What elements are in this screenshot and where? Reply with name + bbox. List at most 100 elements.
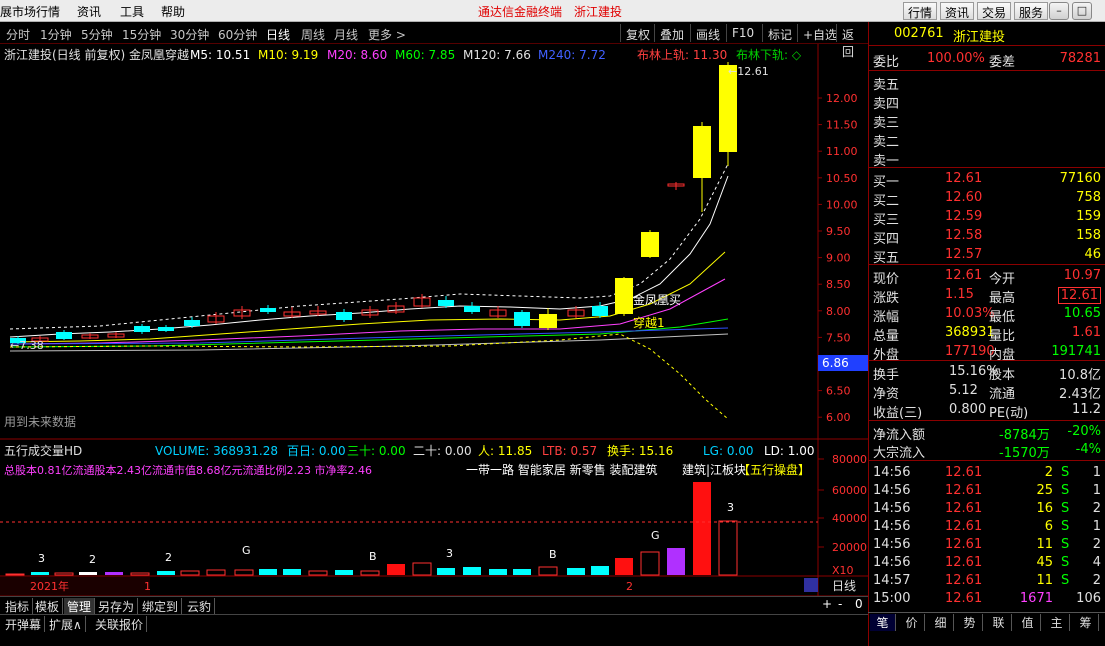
buy-level-price: 12.61 bbox=[945, 171, 983, 186]
draw-button[interactable]: 画线 bbox=[690, 24, 725, 42]
period-5min[interactable]: 5分钟 bbox=[81, 26, 113, 43]
current-price-text: 6.86 bbox=[822, 356, 849, 370]
x-axis-year: 2021年 bbox=[30, 579, 69, 593]
menu-help[interactable]: 帮助 bbox=[161, 3, 185, 20]
volume-bar bbox=[157, 571, 175, 575]
tab-indicator[interactable]: 指标 bbox=[2, 598, 34, 615]
menu-news[interactable]: 资讯 bbox=[77, 3, 101, 20]
period-more[interactable]: 更多 > bbox=[368, 26, 406, 43]
buy-level-row[interactable]: 买四 12.58 158 bbox=[869, 227, 1105, 247]
period-30min[interactable]: 30分钟 bbox=[170, 26, 209, 43]
tab-yunbao[interactable]: 云豹 bbox=[184, 598, 216, 615]
tab-template[interactable]: 模板 bbox=[32, 598, 64, 615]
tick-volume: 6 bbox=[1044, 519, 1053, 534]
service-button[interactable]: 服务 bbox=[1014, 2, 1049, 20]
price-axis-label: 11.50 bbox=[826, 119, 858, 132]
volume-bar bbox=[31, 572, 49, 575]
candle-body bbox=[336, 312, 352, 320]
volume-bar bbox=[489, 569, 507, 575]
quote-tab[interactable]: 价 bbox=[899, 614, 925, 631]
tab-related-quote[interactable]: 关联报价 bbox=[92, 616, 148, 633]
zoom-reset-icon[interactable]: 0 bbox=[855, 597, 863, 611]
stat-label: 股本 bbox=[989, 368, 1016, 383]
zoom-in-icon[interactable]: + bbox=[822, 597, 832, 611]
buy-level-row[interactable]: 买二 12.60 758 bbox=[869, 189, 1105, 209]
trade-button[interactable]: 交易 bbox=[977, 2, 1012, 20]
period-1min[interactable]: 1分钟 bbox=[40, 26, 72, 43]
price-axis-label: 10.50 bbox=[826, 172, 858, 185]
volume-bar bbox=[693, 482, 711, 575]
stat-label: 现价 bbox=[873, 272, 900, 287]
period-day[interactable]: 日线 bbox=[266, 26, 290, 43]
volume-huanshou: 换手: 15.16 bbox=[607, 444, 673, 458]
menu-market[interactable]: 展市场行情 bbox=[0, 3, 60, 20]
tab-save-as[interactable]: 另存为 bbox=[95, 598, 139, 615]
stat-label: PE(动) bbox=[989, 406, 1029, 421]
volume-bar bbox=[5, 573, 25, 576]
buy-level-volume: 158 bbox=[1076, 228, 1101, 243]
period-month[interactable]: 月线 bbox=[334, 26, 358, 43]
tick-count: 2 bbox=[1092, 537, 1101, 552]
sell-level-label: 卖五 bbox=[873, 78, 900, 93]
tick-side: S bbox=[1061, 573, 1070, 588]
buy-level-row[interactable]: 买三 12.59 159 bbox=[869, 208, 1105, 228]
buy-level-row[interactable]: 买五 12.57 46 bbox=[869, 246, 1105, 266]
volume-ld: LD: 1.00 bbox=[764, 444, 815, 458]
tab-danmaku[interactable]: 开弹幕 bbox=[2, 616, 46, 633]
menu-tools[interactable]: 工具 bbox=[120, 3, 144, 20]
tick-row: 15:00 12.61 1671 106 bbox=[869, 590, 1105, 608]
stock-name: 浙江建投 bbox=[953, 30, 1006, 45]
region-tag: 建筑|江板块 bbox=[682, 462, 746, 477]
period-15min[interactable]: 15分钟 bbox=[122, 26, 161, 43]
mark-button[interactable]: 标记 bbox=[762, 24, 797, 42]
market-button[interactable]: 行情 bbox=[903, 2, 938, 20]
candle-body bbox=[260, 308, 276, 312]
stat-value: 10.65 bbox=[1063, 306, 1101, 321]
volume-value: VOLUME: 368931.28 bbox=[155, 444, 278, 458]
volume-ren: 人: 11.85 bbox=[478, 444, 532, 458]
kline-chart-area[interactable]: 浙江建投(日线 前复权) 金凤凰穿越 M5: 10.51 M10: 9.19 M… bbox=[0, 44, 868, 597]
sell-level-row: 卖三 bbox=[869, 111, 1105, 131]
tick-time: 14:56 bbox=[873, 519, 911, 534]
tab-expand[interactable]: 扩展∧ bbox=[46, 616, 86, 633]
tick-side: S bbox=[1061, 483, 1070, 498]
tab-manage[interactable]: 管理 bbox=[64, 598, 96, 615]
back-button[interactable]: 返回 bbox=[836, 24, 868, 59]
volume-bar bbox=[283, 569, 301, 575]
buy-level-volume: 46 bbox=[1084, 247, 1101, 262]
overlay-button[interactable]: 叠加 bbox=[654, 24, 689, 42]
adjust-button[interactable]: 复权 bbox=[620, 24, 655, 42]
minimize-icon[interactable]: – bbox=[1049, 2, 1069, 20]
stat-label: 最低 bbox=[989, 310, 1016, 325]
volume-bar-label: 2 bbox=[165, 551, 172, 564]
app-title: 通达信金融终端 bbox=[478, 5, 563, 19]
quote-tab[interactable]: 细 bbox=[928, 614, 954, 631]
price-axis-label: 10.00 bbox=[826, 198, 858, 211]
quote-tab[interactable]: 值 bbox=[1015, 614, 1041, 631]
volume-bar bbox=[538, 566, 558, 576]
zoom-out-icon[interactable]: - bbox=[838, 597, 842, 611]
sell-level-label: 卖四 bbox=[873, 97, 900, 112]
volume-bar bbox=[615, 558, 633, 575]
maximize-icon[interactable]: □ bbox=[1072, 2, 1092, 20]
x-axis-month1: 1 bbox=[144, 580, 151, 593]
volume-bar-label: 2 bbox=[89, 553, 96, 566]
info-button[interactable]: 资讯 bbox=[940, 2, 975, 20]
flow-amount: -1570万 bbox=[999, 446, 1050, 461]
quote-tab[interactable]: 笔 bbox=[870, 614, 896, 631]
quote-tab[interactable]: 联 bbox=[986, 614, 1012, 631]
quote-tab[interactable]: 主 bbox=[1044, 614, 1070, 631]
stat-value: 12.61 bbox=[945, 268, 983, 283]
period-60min[interactable]: 60分钟 bbox=[218, 26, 257, 43]
quote-tab[interactable]: 筹 bbox=[1073, 614, 1099, 631]
f10-button[interactable]: F10 bbox=[726, 24, 759, 42]
volume-ltb: LTB: 0.57 bbox=[542, 444, 597, 458]
volume-bar bbox=[640, 551, 660, 576]
period-week[interactable]: 周线 bbox=[301, 26, 325, 43]
sell-level-row: 卖五 bbox=[869, 73, 1105, 93]
quote-tab[interactable]: 势 bbox=[957, 614, 983, 631]
stat-value: 2.43亿 bbox=[1059, 387, 1101, 402]
tab-bind-to[interactable]: 绑定到 bbox=[139, 598, 183, 615]
period-tick[interactable]: 分时 bbox=[6, 26, 30, 43]
buy-level-row[interactable]: 买一 12.61 77160 bbox=[869, 170, 1105, 190]
